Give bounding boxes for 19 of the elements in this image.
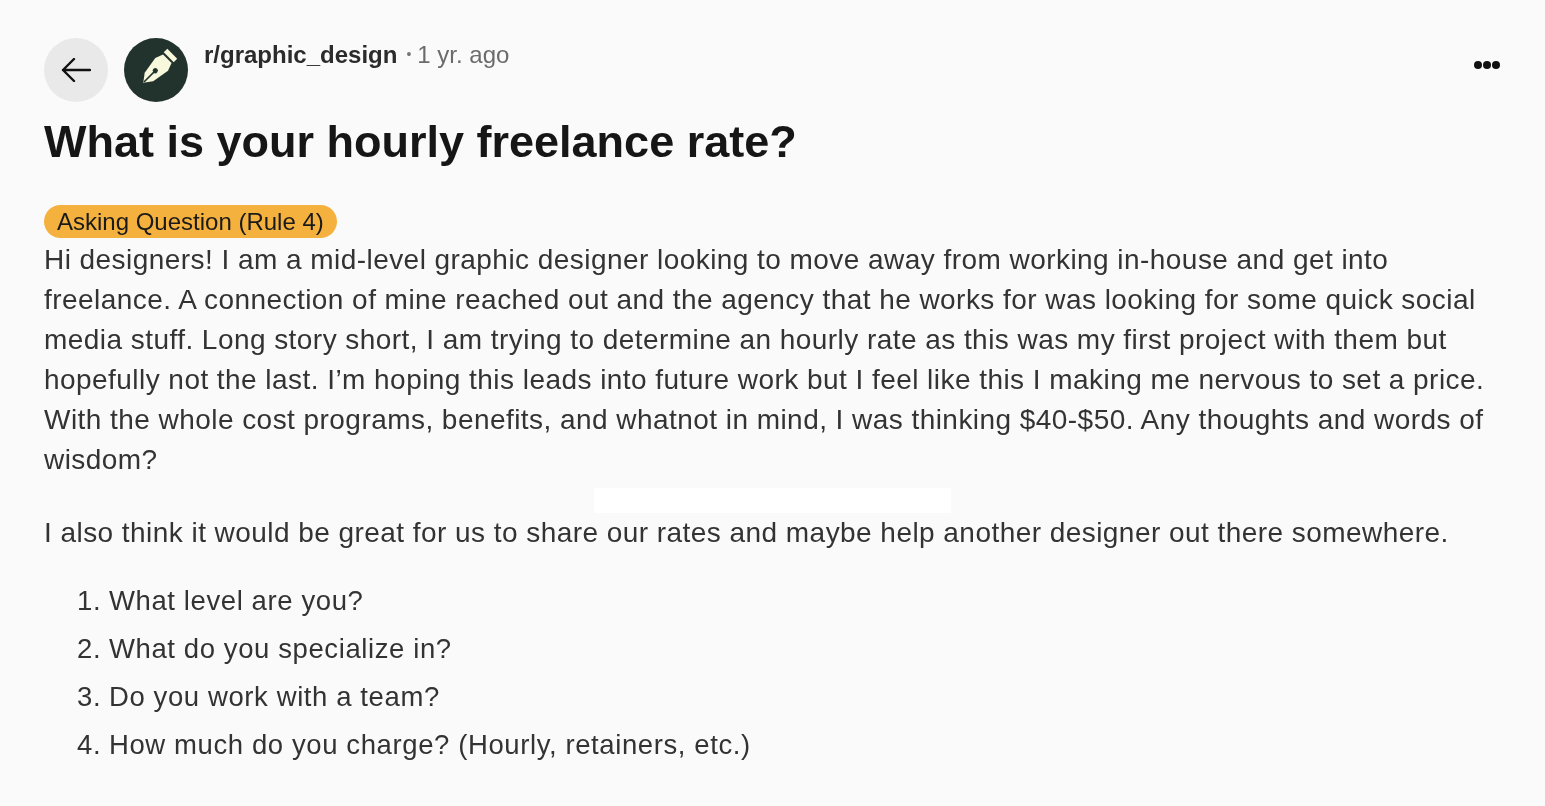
pen-nib-icon	[124, 38, 188, 102]
post-title: What is your hourly freelance rate?	[44, 115, 797, 169]
list-number: 2.	[77, 633, 103, 665]
more-icon	[1474, 60, 1500, 70]
community-name[interactable]: r/graphic_design	[204, 41, 398, 69]
post-time: 1 yr. ago	[417, 41, 510, 69]
separator-dot: •	[406, 46, 412, 62]
flair-tag[interactable]: Asking Question (Rule 4)	[44, 205, 337, 238]
list-item-text: How much do you charge? (Hourly, retainers, etc.)	[109, 729, 751, 761]
list-number: 1.	[77, 585, 103, 617]
list-item-text: What level are you?	[109, 585, 364, 617]
list-number: 3.	[77, 681, 103, 713]
more-button[interactable]	[1474, 60, 1500, 70]
arrow-left-icon	[61, 58, 91, 82]
post-paragraph: Hi designers! I am a mid-level graphic designer looking to move away from working in-house and get into freelance. A connection of mine reached out and the agency that he works for was looking for some quick social media stuff. Long story short, I am trying to determine an hourly rate as this was my first project with them but hopefully not the last. I’m hoping this leads into future work but I feel like this I making me nervous to set a price. With the whole cost programs, benefits, and whatnot in mind, I was thinking $40-$50. Any thoughts and words of wisdom?	[44, 243, 1486, 477]
post-paragraph: I also think it would be great for us to share our rates and maybe help another designer out there somewhere.	[44, 516, 1450, 550]
list-number: 4.	[77, 729, 103, 761]
list-item-text: Do you work with a team?	[109, 681, 440, 713]
list-item-text: What do you specialize in?	[109, 633, 452, 665]
